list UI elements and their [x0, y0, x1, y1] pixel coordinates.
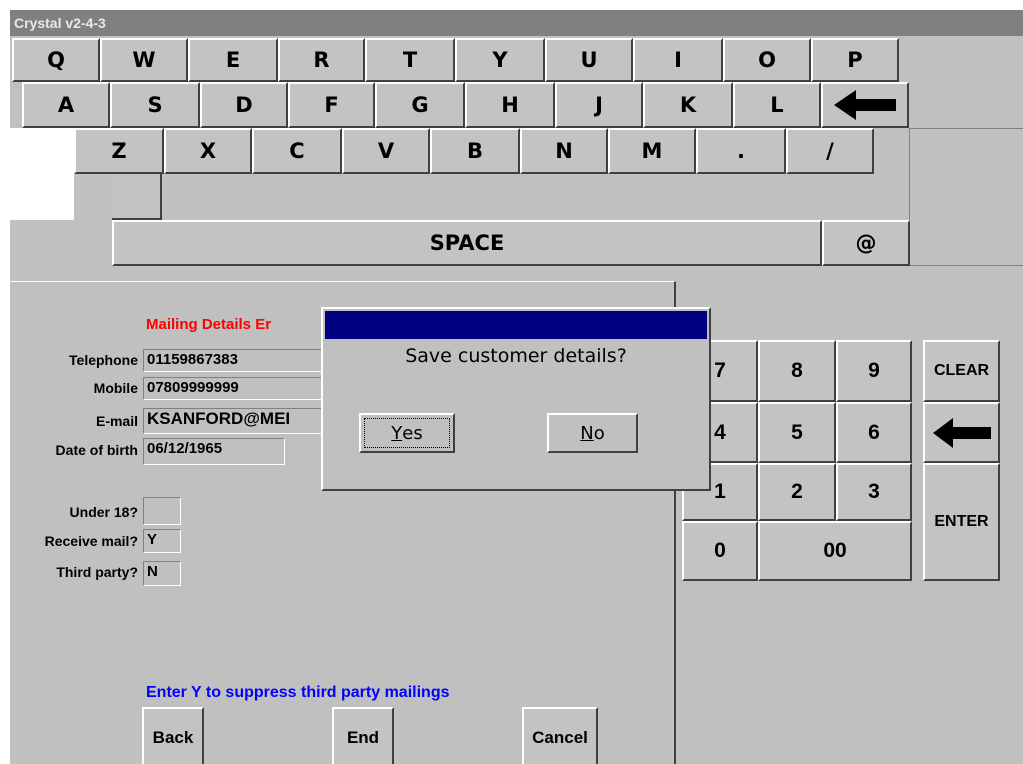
back-button[interactable]: Back — [142, 707, 204, 764]
space-key[interactable]: SPACE — [112, 220, 822, 266]
key-j[interactable]: J — [555, 82, 643, 128]
third-party-label: Third party? — [56, 564, 138, 580]
key-e[interactable]: E — [188, 38, 278, 82]
dob-label: Date of birth — [55, 442, 138, 458]
email-label: E-mail — [95, 413, 138, 429]
key-x[interactable]: X — [164, 128, 252, 174]
yes-mnemonic: Y — [391, 422, 403, 444]
key-d[interactable]: D — [200, 82, 288, 128]
key-r[interactable]: R — [278, 38, 365, 82]
application-window: Crystal v2-4-3 Q W E R T Y U I O P A S D… — [10, 10, 1023, 764]
key-p[interactable]: P — [811, 38, 899, 82]
key-y[interactable]: Y — [455, 38, 545, 82]
receive-mail-field[interactable]: Y — [143, 529, 181, 553]
key-c[interactable]: C — [252, 128, 342, 174]
save-dialog: Save customer details? Yes No — [321, 307, 711, 491]
numpad-8[interactable]: 8 — [758, 340, 836, 402]
key-z[interactable]: Z — [74, 128, 164, 174]
key-q[interactable]: Q — [12, 38, 100, 82]
yes-button[interactable]: Yes — [359, 413, 455, 453]
key-n[interactable]: N — [520, 128, 608, 174]
key-v[interactable]: V — [342, 128, 430, 174]
key-k[interactable]: K — [643, 82, 733, 128]
numpad-0[interactable]: 0 — [682, 521, 758, 581]
mobile-field[interactable]: 07809999999 — [143, 377, 333, 400]
yes-label: es — [402, 422, 423, 444]
backspace-key[interactable] — [821, 82, 909, 128]
receive-mail-label: Receive mail? — [44, 533, 138, 549]
key-m[interactable]: M — [608, 128, 696, 174]
left-arrow-icon — [932, 417, 991, 448]
clear-button[interactable]: CLEAR — [923, 340, 1000, 402]
numpad-5[interactable]: 5 — [758, 402, 836, 463]
enter-button[interactable]: ENTER — [923, 463, 1000, 581]
key-b[interactable]: B — [430, 128, 520, 174]
key-u[interactable]: U — [545, 38, 633, 82]
numpad-9[interactable]: 9 — [836, 340, 912, 402]
under18-field[interactable] — [143, 497, 181, 525]
key-a[interactable]: A — [22, 82, 110, 128]
left-arrow-icon — [834, 90, 896, 120]
no-button[interactable]: No — [547, 413, 638, 453]
no-mnemonic: N — [580, 422, 594, 444]
key-t[interactable]: T — [365, 38, 455, 82]
end-button[interactable]: End — [332, 707, 394, 764]
dialog-title-bar — [325, 311, 707, 339]
no-label: o — [593, 422, 605, 444]
dialog-message: Save customer details? — [405, 345, 627, 367]
key-o[interactable]: O — [723, 38, 811, 82]
numpad-00[interactable]: 00 — [758, 521, 912, 581]
key-s[interactable]: S — [110, 82, 200, 128]
numpad-3[interactable]: 3 — [836, 463, 912, 521]
form-heading: Mailing Details Er — [146, 316, 272, 333]
keyboard-right-panel — [909, 128, 1023, 266]
telephone-label: Telephone — [69, 352, 138, 368]
third-party-field[interactable]: N — [143, 561, 181, 586]
key-l[interactable]: L — [733, 82, 821, 128]
numpad-2[interactable]: 2 — [758, 463, 836, 521]
window-title: Crystal v2-4-3 — [10, 10, 1023, 36]
key-g[interactable]: G — [375, 82, 465, 128]
cancel-button[interactable]: Cancel — [522, 707, 598, 764]
numpad-6[interactable]: 6 — [836, 402, 912, 463]
under18-label: Under 18? — [69, 504, 138, 520]
key-w[interactable]: W — [100, 38, 188, 82]
mobile-label: Mobile — [93, 380, 138, 396]
keyboard-white-area — [10, 128, 74, 220]
key-period[interactable]: . — [696, 128, 786, 174]
dob-field[interactable]: 06/12/1965 — [143, 438, 285, 465]
key-at[interactable]: @ — [822, 220, 910, 266]
numpad-backspace-button[interactable] — [923, 402, 1000, 463]
telephone-field[interactable]: 01159867383 — [143, 349, 333, 372]
hint-text: Enter Y to suppress third party mailings — [146, 684, 450, 701]
email-field[interactable]: KSANFORD@MEI — [143, 408, 333, 434]
key-h[interactable]: H — [465, 82, 555, 128]
key-slash[interactable]: / — [786, 128, 874, 174]
key-f[interactable]: F — [288, 82, 375, 128]
key-i[interactable]: I — [633, 38, 723, 82]
